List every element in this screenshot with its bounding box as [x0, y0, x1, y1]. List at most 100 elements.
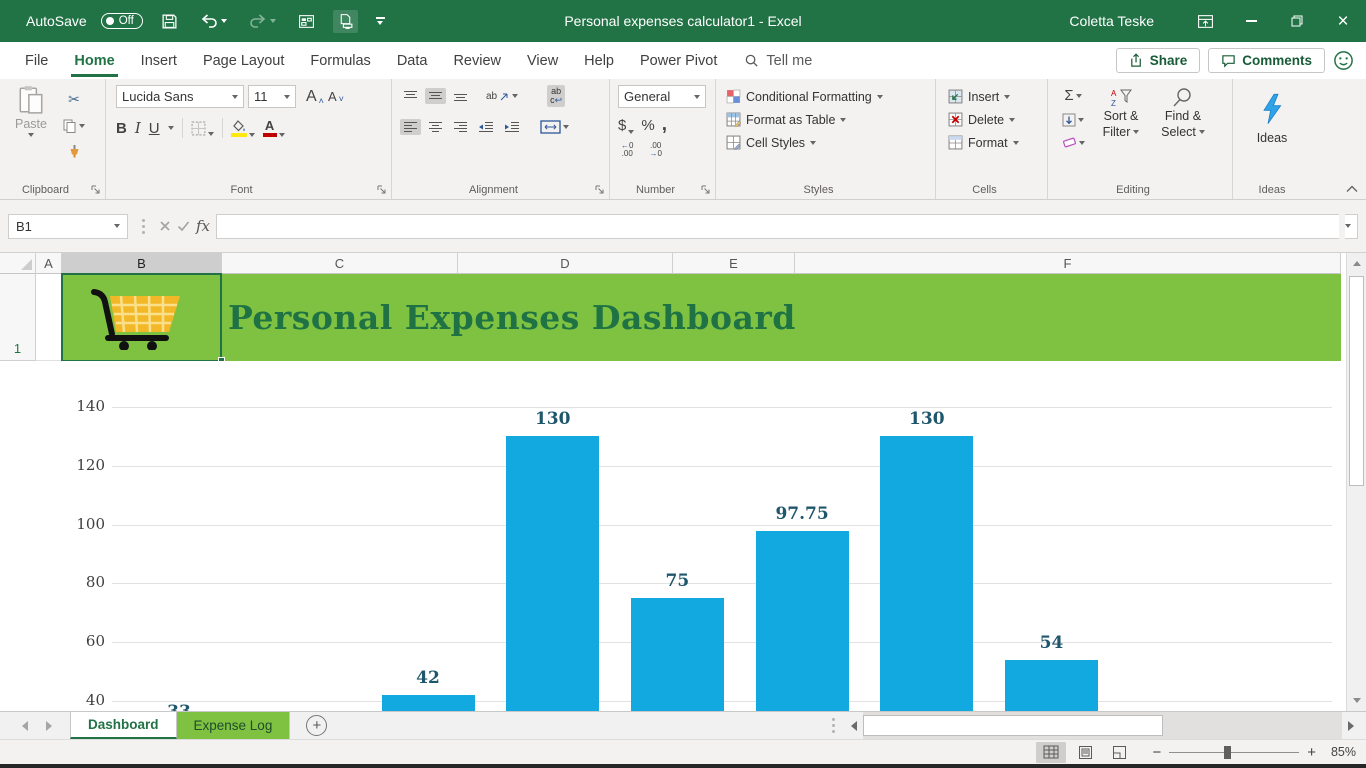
cancel-entry-button[interactable] — [159, 220, 171, 232]
share-button[interactable]: Share — [1116, 48, 1201, 73]
fill-button[interactable] — [1056, 111, 1090, 129]
orientation-button[interactable]: ab — [483, 89, 521, 104]
scroll-right-button[interactable] — [1342, 712, 1360, 739]
horizontal-scrollbar[interactable] — [845, 712, 1360, 739]
chart-bar[interactable] — [506, 436, 599, 711]
font-name-select[interactable]: Lucida Sans — [116, 85, 244, 108]
underline-button[interactable]: U — [149, 120, 160, 137]
tab-data[interactable]: Data — [384, 45, 441, 77]
normal-view-button[interactable] — [1036, 742, 1066, 763]
row-header-1[interactable]: 1 — [0, 274, 36, 361]
tell-me-box[interactable]: Tell me — [730, 53, 826, 69]
expand-formula-bar-button[interactable] — [1345, 214, 1358, 239]
redo-button[interactable] — [245, 10, 280, 32]
italic-button[interactable]: I — [135, 119, 141, 137]
align-right-button[interactable] — [450, 119, 471, 135]
close-button[interactable]: × — [1320, 0, 1366, 42]
font-color-button[interactable]: A — [263, 120, 285, 137]
enter-entry-button[interactable] — [177, 220, 190, 232]
decrease-font-button[interactable]: A˅ — [328, 89, 344, 104]
autosum-button[interactable]: Σ — [1056, 85, 1090, 106]
align-left-button[interactable] — [400, 119, 421, 135]
accounting-format-button[interactable]: $ — [618, 117, 634, 134]
align-top-button[interactable] — [400, 88, 421, 104]
tab-help[interactable]: Help — [571, 45, 627, 77]
ideas-button[interactable]: Ideas — [1233, 85, 1311, 145]
cell-styles-button[interactable]: Cell Styles — [724, 131, 818, 154]
column-header-f[interactable]: F — [795, 253, 1341, 274]
percent-style-button[interactable]: % — [641, 117, 654, 134]
font-size-select[interactable]: 11 — [248, 85, 296, 108]
increase-decimal-button[interactable]: ←0.00 — [618, 140, 636, 160]
previous-sheet-button[interactable] — [22, 721, 28, 731]
chart-bar[interactable] — [382, 695, 475, 711]
align-center-button[interactable] — [425, 119, 446, 135]
delete-cells-button[interactable]: Delete — [946, 108, 1017, 131]
select-all-button[interactable] — [0, 253, 36, 274]
customize-quick-access-button[interactable] — [372, 14, 389, 28]
chart-bar[interactable] — [631, 598, 724, 711]
borders-button[interactable] — [191, 121, 214, 136]
form-button[interactable] — [294, 10, 319, 33]
paste-button[interactable]: Paste — [8, 85, 54, 137]
page-break-preview-button[interactable] — [1104, 742, 1134, 763]
vertical-scrollbar[interactable] — [1346, 253, 1366, 711]
align-middle-button[interactable] — [425, 88, 446, 104]
comma-style-button[interactable]: , — [662, 114, 667, 136]
page-layout-view-button[interactable] — [1070, 742, 1100, 763]
tab-scroll-splitter[interactable] — [832, 724, 835, 727]
chart-bar[interactable] — [1005, 660, 1098, 711]
vertical-scroll-thumb[interactable] — [1349, 276, 1364, 486]
format-painter-button[interactable] — [60, 142, 88, 161]
zoom-out-button[interactable]: − — [1152, 744, 1161, 761]
column-header-a[interactable]: A — [36, 253, 62, 274]
save-button[interactable] — [157, 10, 182, 33]
column-header-e[interactable]: E — [673, 253, 795, 274]
clipboard-dialog-launcher[interactable] — [91, 185, 101, 195]
horizontal-scroll-track[interactable] — [863, 712, 1342, 739]
formula-bar-splitter[interactable] — [142, 225, 145, 228]
new-sheet-button[interactable]: + — [306, 715, 327, 736]
tab-power-pivot[interactable]: Power Pivot — [627, 45, 730, 77]
alignment-dialog-launcher[interactable] — [595, 185, 605, 195]
merge-center-button[interactable] — [537, 118, 572, 136]
format-as-table-button[interactable]: Format as Table — [724, 108, 848, 131]
number-format-select[interactable]: General — [618, 85, 706, 108]
dashboard-banner[interactable]: Personal Expenses Dashboard — [62, 274, 1341, 361]
collapse-ribbon-button[interactable] — [1346, 185, 1358, 193]
undo-button[interactable] — [196, 10, 231, 32]
decrease-decimal-button[interactable]: .00→0 — [646, 140, 664, 160]
scroll-up-button[interactable] — [1347, 253, 1366, 274]
next-sheet-button[interactable] — [46, 721, 52, 731]
bar-chart[interactable]: 140120100806040421307597.751305433 — [0, 361, 1341, 711]
fill-color-button[interactable] — [231, 120, 255, 137]
cell-a1[interactable] — [36, 274, 62, 361]
format-cells-button[interactable]: Format — [946, 131, 1021, 154]
scroll-down-button[interactable] — [1347, 690, 1366, 711]
tab-review[interactable]: Review — [440, 45, 514, 77]
sort-filter-button[interactable]: AZ Sort & Filter — [1090, 85, 1152, 199]
tab-file[interactable]: File — [12, 45, 61, 77]
number-dialog-launcher[interactable] — [701, 185, 711, 195]
chart-bar[interactable] — [756, 531, 849, 711]
wrap-text-button[interactable]: abc↩ — [547, 85, 565, 107]
conditional-formatting-button[interactable]: Conditional Formatting — [724, 85, 885, 108]
column-header-c[interactable]: C — [222, 253, 458, 274]
autosave-toggle[interactable]: Off — [101, 13, 143, 29]
tab-formulas[interactable]: Formulas — [297, 45, 383, 77]
zoom-slider[interactable] — [1169, 752, 1299, 753]
align-bottom-button[interactable] — [450, 88, 471, 104]
copy-button[interactable] — [60, 117, 88, 135]
formula-input[interactable] — [216, 214, 1339, 239]
column-header-d[interactable]: D — [458, 253, 673, 274]
decrease-indent-button[interactable] — [475, 119, 497, 135]
zoom-in-button[interactable]: + — [1307, 744, 1316, 761]
minimize-button[interactable] — [1228, 0, 1274, 42]
increase-indent-button[interactable] — [501, 119, 523, 135]
font-dialog-launcher[interactable] — [377, 185, 387, 195]
find-select-button[interactable]: Find & Select — [1152, 85, 1214, 199]
sheet-tab-dashboard[interactable]: Dashboard — [70, 712, 177, 739]
zoom-slider-handle[interactable] — [1224, 746, 1231, 759]
bold-button[interactable]: B — [116, 120, 127, 137]
cut-button[interactable]: ✂ — [60, 89, 88, 110]
